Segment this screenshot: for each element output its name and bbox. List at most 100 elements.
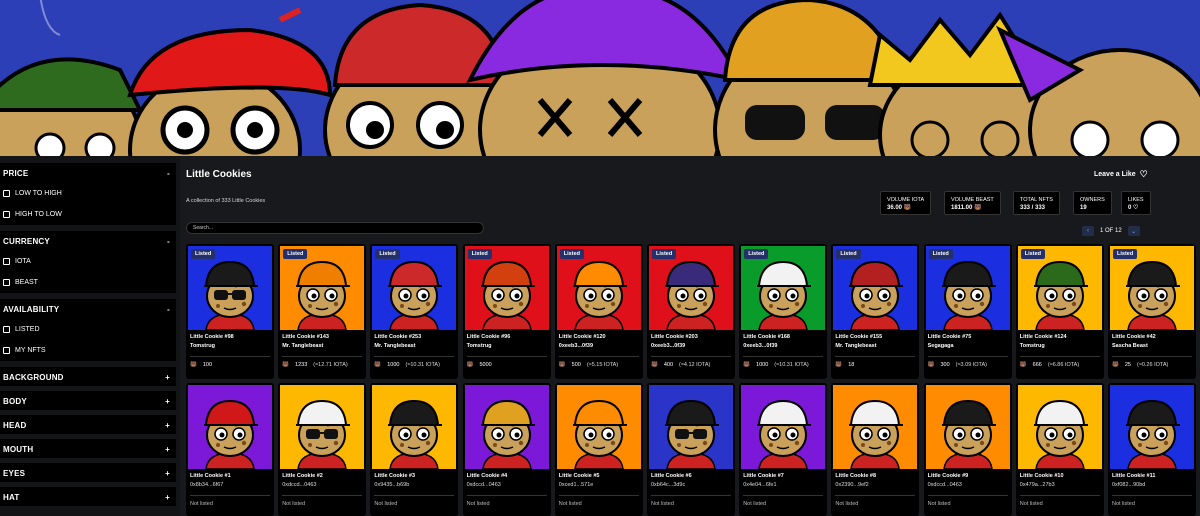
nft-owner[interactable]: 0xf082...90bd [1108,479,1196,490]
nft-card[interactable]: Listed Little Cookie #143 Mr. Tanglebeast 🐻… [278,244,367,379]
nft-card[interactable]: Little Cookie #4 0xdccd...0463 Not listed [462,383,551,516]
nft-image[interactable]: Listed [1110,246,1194,330]
option-low-to-high[interactable]: LOW TO HIGH [0,183,176,204]
nft-owner[interactable]: Tomstrug [186,340,274,351]
expand-icon[interactable]: + [165,469,170,478]
expand-icon[interactable]: + [165,397,170,406]
background-filter[interactable]: BACKGROUND + [0,367,176,386]
nft-card[interactable]: Listed Little Cookie #75 Segagaga 🐻 300 (≈3.0… [923,244,1012,379]
option-listed[interactable]: LISTED [0,319,176,340]
nft-owner[interactable]: 0x9435...b69b [370,479,458,490]
nft-image[interactable] [464,385,549,469]
nft-card[interactable]: Little Cookie #5 0xced1...571e Not listed [554,383,643,516]
nft-image[interactable]: Listed [372,246,457,330]
nft-image[interactable]: Listed [649,246,733,330]
nft-card[interactable]: Little Cookie #8 0x2390...9ef2 Not listed [831,383,920,516]
expand-icon[interactable]: + [165,445,170,454]
nft-card[interactable]: Listed Little Cookie #203 0xeeb3...0f39 🐻 40… [647,244,735,379]
nft-card[interactable]: Little Cookie #7 0x4e04...6fe1 Not listed [739,383,828,516]
nft-card[interactable]: Little Cookie #1 0x8b34...6f67 Not listed [186,383,274,516]
nft-owner[interactable]: 0x4e04...6fe1 [739,479,827,490]
nft-owner[interactable]: 0xb64c...3d9c [647,479,735,490]
price-filter-header[interactable]: PRICE - [0,163,176,183]
leave-like-button[interactable]: Leave a Like ♡ [1094,169,1148,180]
prev-page-button[interactable]: ‹ [1082,226,1094,236]
nft-image[interactable] [1017,385,1102,469]
nft-image[interactable] [741,385,826,469]
expand-icon[interactable]: + [165,421,170,430]
option-iota[interactable]: IOTA [0,251,176,272]
nft-owner[interactable]: Mr. Tanglebeast [370,340,458,351]
currency-filter-header[interactable]: CURRENCY - [0,231,176,251]
nft-image[interactable] [556,385,641,469]
nft-card[interactable]: Listed Little Cookie #253 Mr. Tanglebeast 🐻… [370,244,459,379]
next-page-button[interactable]: ⌄ [1127,226,1140,236]
nft-owner[interactable]: 0x2390...9ef2 [831,479,919,490]
nft-card[interactable]: Little Cookie #2 0xdccd...0463 Not listed [278,383,367,516]
nft-image[interactable] [372,385,457,469]
nft-owner[interactable]: 0xdccd...0463 [278,479,366,490]
option-beast[interactable]: BEAST [0,272,176,293]
checkbox-icon[interactable] [3,326,10,333]
checkbox-icon[interactable] [3,211,10,218]
nft-card[interactable]: Listed Little Cookie #98 Tomstrug 🐻 100 [186,244,274,379]
nft-owner[interactable]: 0xeeb3...0f39 [739,340,827,351]
nft-card[interactable]: Listed Little Cookie #42 Sascha Beast 🐻 25 (≈… [1108,244,1196,379]
nft-owner[interactable]: 0xeeb3...0f39 [647,340,735,351]
nft-image[interactable]: Listed [556,246,641,330]
expand-icon[interactable]: + [165,373,170,382]
checkbox-icon[interactable] [3,258,10,265]
nft-owner[interactable]: 0xced1...571e [555,479,643,490]
nft-owner[interactable]: 0x479a...27b3 [1016,479,1104,490]
nft-owner[interactable]: Tomstrug [1016,340,1104,351]
nft-image[interactable] [649,385,733,469]
nft-owner[interactable]: 0x8b34...6f67 [186,479,274,490]
nft-card[interactable]: Little Cookie #6 0xb64c...3d9c Not listed [647,383,735,516]
nft-image[interactable]: Listed [833,246,918,330]
availability-filter-header[interactable]: AVAILABILITY - [0,299,176,319]
option-high-to-low[interactable]: HIGH TO LOW [0,204,176,225]
head-filter[interactable]: HEAD + [0,415,176,434]
collapse-icon[interactable]: - [167,237,170,246]
nft-owner[interactable]: Sascha Beast [1108,340,1196,351]
nft-image[interactable] [833,385,918,469]
nft-owner[interactable]: Segagaga [924,340,1012,351]
checkbox-icon[interactable] [3,190,10,197]
collapse-icon[interactable]: - [167,305,170,314]
nft-owner[interactable]: Mr. Tanglebeast [278,340,366,351]
nft-image[interactable]: Listed [925,246,1010,330]
eyes-filter[interactable]: EYES + [0,463,176,482]
nft-card[interactable]: Little Cookie #10 0x479a...27b3 Not listed [1015,383,1104,516]
nft-card[interactable]: Little Cookie #11 0xf082...90bd Not listed [1108,383,1196,516]
nft-image[interactable] [280,385,365,469]
hat-filter[interactable]: HAT + [0,487,176,506]
checkbox-icon[interactable] [3,279,10,286]
nft-owner[interactable]: 0xdccd...0463 [463,479,551,490]
nft-image[interactable] [188,385,272,469]
nft-owner[interactable]: Mr. Tanglebeast [831,340,919,351]
collapse-icon[interactable]: - [167,169,170,178]
nft-owner[interactable]: Tomstrug [463,340,551,351]
mouth-filter[interactable]: MOUTH + [0,439,176,458]
nft-image[interactable] [1110,385,1194,469]
nft-image[interactable]: Listed [1017,246,1102,330]
nft-image[interactable]: Listed [741,246,826,330]
nft-image[interactable]: Listed [188,246,272,330]
checkbox-icon[interactable] [3,347,10,354]
nft-image[interactable]: Listed [464,246,549,330]
expand-icon[interactable]: + [165,493,170,502]
nft-card[interactable]: Little Cookie #3 0x9435...b69b Not listed [370,383,459,516]
nft-card[interactable]: Listed Little Cookie #96 Tomstrug 🐻 5000 [462,244,551,379]
nft-image[interactable]: Listed [280,246,365,330]
nft-card[interactable]: Listed Little Cookie #124 Tomstrug 🐻 666 (≈6.… [1015,244,1104,379]
nft-image[interactable] [925,385,1010,469]
nft-card[interactable]: Listed Little Cookie #120 0xeeb3...0f39 🐻 50… [554,244,643,379]
nft-owner[interactable]: 0xdccd...0463 [924,479,1012,490]
body-filter[interactable]: BODY + [0,391,176,410]
nft-card[interactable]: Listed Little Cookie #168 0xeeb3...0f39 🐻 10… [739,244,828,379]
nft-card[interactable]: Little Cookie #9 0xdccd...0463 Not listed [923,383,1012,516]
search-input[interactable] [186,222,484,234]
nft-card[interactable]: Listed Little Cookie #155 Mr. Tanglebeast 🐻… [831,244,920,379]
option-my-nfts[interactable]: MY NFTS [0,340,176,361]
nft-owner[interactable]: 0xeeb3...0f39 [555,340,643,351]
